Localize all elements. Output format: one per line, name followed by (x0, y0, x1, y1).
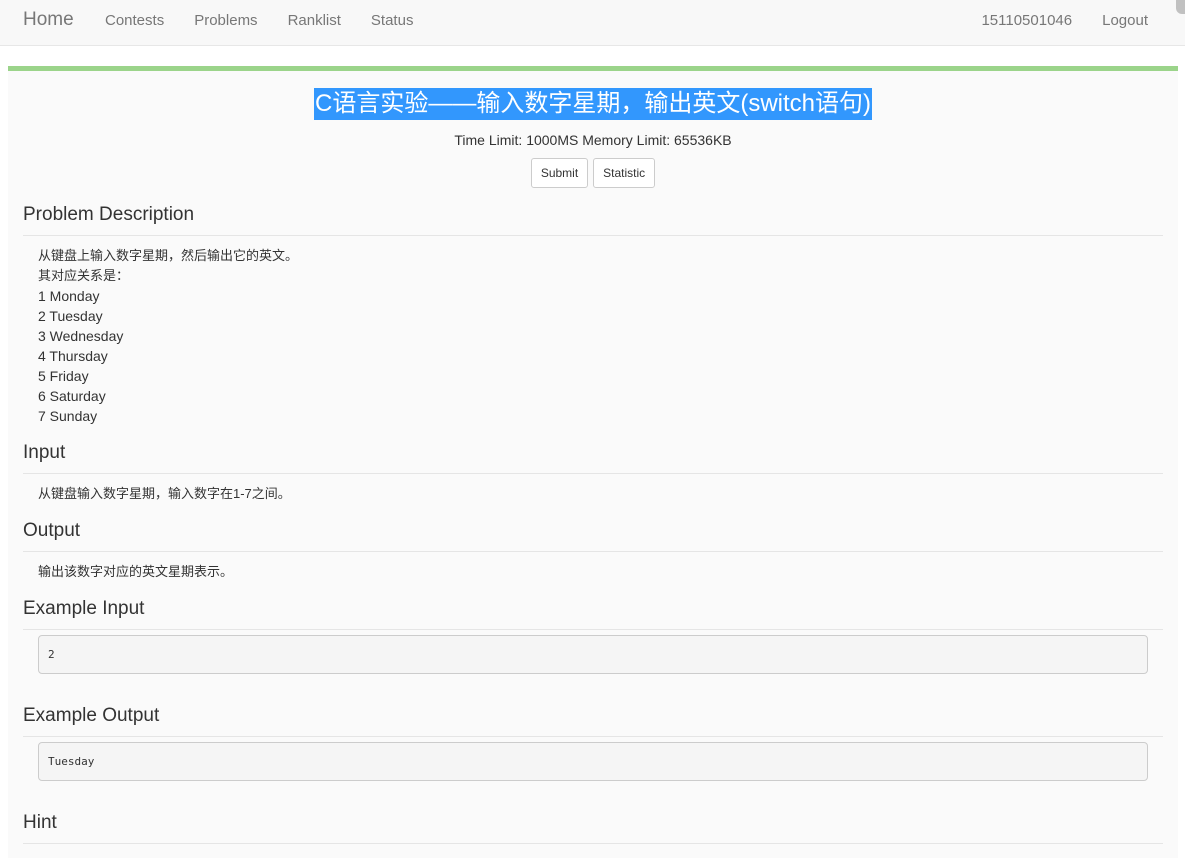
page-scrollbar-thumb[interactable] (1176, 0, 1185, 14)
description-line: 2 Tuesday (38, 308, 103, 324)
example-output-heading: Example Output (23, 705, 1163, 737)
output-body: 输出该数字对应的英文星期表示。 (38, 564, 234, 579)
description-line: 1 Monday (38, 288, 100, 304)
description-line: 5 Friday (38, 368, 89, 384)
problem-limits: Time Limit: 1000MS Memory Limit: 65536KB (454, 132, 732, 148)
nav-user-link[interactable]: 15110501046 (981, 12, 1072, 29)
problem-title-wrap: C语言实验——输入数字星期，输出英文(switch语句) (8, 88, 1178, 120)
nav-left-menu: Contests Problems Ranklist Status (105, 12, 443, 29)
nav-logout-link[interactable]: Logout (1102, 12, 1148, 29)
description-line: 从键盘上输入数字星期，然后输出它的英文。 (38, 248, 299, 263)
hint-heading: Hint (23, 812, 1163, 844)
top-navbar: Home Contests Problems Ranklist Status 1… (0, 0, 1185, 46)
description-line: 6 Saturday (38, 388, 106, 404)
nav-problems-link[interactable]: Problems (194, 12, 257, 29)
nav-right-menu: 15110501046 Logout (951, 12, 1148, 29)
description-line: 其对应关系是： (38, 268, 130, 283)
description-heading: Problem Description (23, 204, 1163, 236)
example-input-box: 2 (38, 635, 1148, 674)
description-line: 4 Thursday (38, 348, 108, 364)
statistic-button[interactable]: Statistic (593, 158, 656, 188)
submit-button[interactable]: Submit (530, 158, 589, 188)
output-heading: Output (23, 520, 1163, 552)
description-line: 7 Sunday (38, 408, 98, 424)
input-body: 从键盘输入数字星期，输入数字在1-7之间。 (38, 486, 291, 501)
input-heading: Input (23, 442, 1163, 474)
problem-title: C语言实验——输入数字星期，输出英文(switch语句) (314, 88, 872, 120)
description-body: 从键盘上输入数字星期，然后输出它的英文。 其对应关系是： 1 Monday 2 … (38, 246, 1148, 426)
problem-panel: C语言实验——输入数字星期，输出英文(switch语句) Time Limit:… (8, 66, 1178, 858)
nav-contests-link[interactable]: Contests (105, 12, 164, 29)
description-line: 3 Wednesday (38, 328, 124, 344)
nav-ranklist-link[interactable]: Ranklist (288, 12, 341, 29)
example-output-box: Tuesday (38, 742, 1148, 781)
nav-home-link[interactable]: Home (23, 9, 74, 31)
nav-status-link[interactable]: Status (371, 12, 414, 29)
example-input-heading: Example Input (23, 598, 1163, 630)
problem-actions: Submit Statistic (8, 158, 1178, 188)
